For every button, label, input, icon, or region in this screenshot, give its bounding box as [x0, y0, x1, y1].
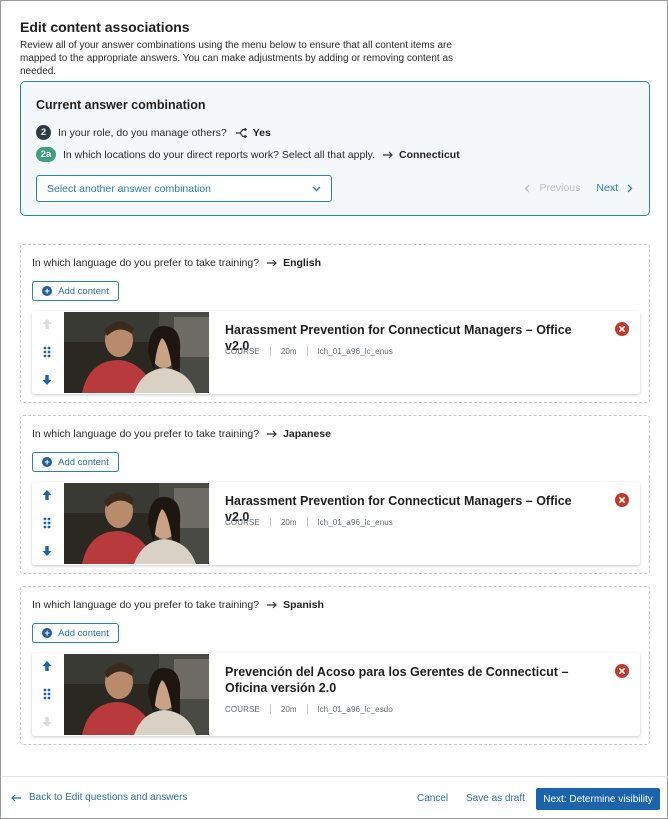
arrow-right-icon — [383, 151, 393, 159]
move-down-icon[interactable] — [41, 374, 53, 386]
remove-content-icon[interactable] — [615, 664, 629, 678]
meta-divider — [269, 346, 271, 356]
answer-text: Yes — [252, 126, 271, 139]
select-placeholder: Select another answer combination — [47, 182, 212, 195]
arrow-right-icon — [267, 430, 277, 438]
add-content-label: Add content — [58, 627, 109, 639]
meta-divider — [306, 704, 308, 714]
answer-text: Connecticut — [399, 148, 460, 161]
combination-row: 2 In your role, do you manage others? Ye… — [36, 125, 271, 140]
course-thumbnail — [64, 312, 209, 393]
language-section: In which language do you prefer to take … — [20, 586, 650, 745]
next-label: Next — [596, 182, 618, 194]
plus-icon: + — [42, 286, 53, 296]
content-meta: COURSE 20m lch_01_a96_lc_esdo — [225, 704, 393, 714]
plus-icon: + — [42, 457, 53, 467]
next-determine-visibility-button[interactable]: Next: Determine visibility — [536, 788, 660, 810]
chevron-left-icon — [524, 184, 530, 193]
move-down-icon[interactable] — [41, 545, 53, 557]
page-title: Edit content associations — [20, 19, 190, 35]
content-meta: COURSE 20m lch_01_a96_lc_enus — [225, 346, 393, 356]
course-thumbnail — [64, 483, 209, 564]
drag-handle-icon[interactable] — [43, 517, 51, 529]
section-question: In which language do you prefer to take … — [32, 257, 321, 269]
footer-divider — [2, 776, 668, 777]
content-duration: 20m — [280, 517, 297, 527]
question-text: In your role, do you manage others? — [58, 126, 227, 139]
content-meta: COURSE 20m lch_01_a96_lc_enus — [225, 517, 393, 527]
meta-divider — [306, 346, 308, 356]
content-type: COURSE — [225, 517, 260, 527]
content-card: Harassment Prevention for Connecticut Ma… — [32, 311, 640, 394]
arrow-left-icon — [11, 794, 21, 801]
meta-divider — [269, 517, 271, 527]
answer-text: English — [283, 257, 321, 269]
remove-content-icon[interactable] — [615, 322, 629, 336]
content-code: lch_01_a96_lc_enus — [317, 517, 393, 527]
cancel-button[interactable]: Cancel — [417, 793, 448, 804]
reorder-controls — [32, 653, 62, 736]
page-description: Review all of your answer combinations u… — [20, 40, 454, 77]
arrow-right-icon — [267, 259, 277, 267]
add-content-label: Add content — [58, 285, 109, 297]
back-link[interactable]: Back to Edit questions and answers — [11, 792, 187, 803]
question-number-badge: 2a — [36, 147, 56, 162]
question-text: In which locations do your direct report… — [63, 148, 376, 161]
content-type: COURSE — [225, 346, 260, 356]
previous-button[interactable]: Previous — [524, 182, 581, 194]
answer-text: Japanese — [283, 428, 331, 440]
save-draft-button[interactable]: Save as draft — [466, 793, 525, 804]
branch-icon — [235, 127, 247, 138]
move-up-icon[interactable] — [41, 489, 53, 501]
question-text: In which language do you prefer to take … — [32, 428, 260, 440]
add-content-label: Add content — [58, 456, 109, 468]
answer-combination-select[interactable]: Select another answer combination — [36, 175, 332, 202]
answer-text: Spanish — [283, 599, 324, 611]
meta-divider — [306, 517, 308, 527]
question-text: In which language do you prefer to take … — [32, 599, 260, 611]
move-up-icon[interactable] — [41, 660, 53, 672]
move-down-icon[interactable] — [41, 716, 53, 728]
question-number-badge: 2 — [36, 125, 51, 140]
page-frame: Edit content associations Review all of … — [0, 0, 668, 819]
combination-title: Current answer combination — [36, 98, 206, 112]
drag-handle-icon[interactable] — [43, 346, 51, 358]
add-content-button[interactable]: + Add content — [32, 452, 119, 472]
reorder-controls — [32, 311, 62, 394]
content-code: lch_01_a96_lc_enus — [317, 346, 393, 356]
combination-pager: Previous Next — [524, 182, 633, 194]
section-question: In which language do you prefer to take … — [32, 599, 324, 611]
content-card: Harassment Prevention for Connecticut Ma… — [32, 482, 640, 565]
content-type: COURSE — [225, 704, 260, 714]
chevron-right-icon — [627, 184, 633, 193]
move-up-icon[interactable] — [41, 318, 53, 330]
add-content-button[interactable]: + Add content — [32, 623, 119, 643]
meta-divider — [269, 704, 271, 714]
back-link-label: Back to Edit questions and answers — [29, 792, 188, 803]
combination-row: 2a In which locations do your direct rep… — [36, 147, 460, 162]
section-question: In which language do you prefer to take … — [32, 428, 331, 440]
current-combination-panel: Current answer combination 2 In your rol… — [20, 81, 650, 216]
next-button[interactable]: Next — [596, 182, 633, 194]
previous-label: Previous — [539, 182, 581, 194]
chevron-down-icon — [312, 183, 321, 195]
content-duration: 20m — [280, 346, 297, 356]
language-section: In which language do you prefer to take … — [20, 415, 650, 574]
content-title[interactable]: Prevención del Acoso para los Gerentes d… — [225, 664, 585, 696]
add-content-button[interactable]: + Add content — [32, 281, 119, 301]
remove-content-icon[interactable] — [615, 493, 629, 507]
reorder-controls — [32, 482, 62, 565]
question-text: In which language do you prefer to take … — [32, 257, 260, 269]
arrow-right-icon — [267, 601, 277, 609]
content-code: lch_01_a96_lc_esdo — [317, 704, 393, 714]
drag-handle-icon[interactable] — [43, 688, 51, 700]
course-thumbnail — [64, 654, 209, 735]
language-section: In which language do you prefer to take … — [20, 244, 650, 403]
plus-icon: + — [42, 628, 53, 638]
content-card: Prevención del Acoso para los Gerentes d… — [32, 653, 640, 736]
content-duration: 20m — [280, 704, 297, 714]
